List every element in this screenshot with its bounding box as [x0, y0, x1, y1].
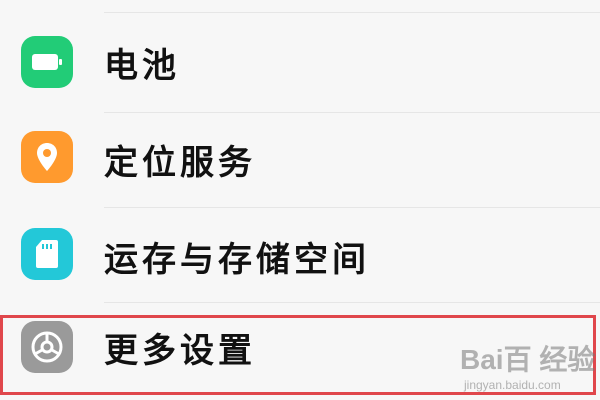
settings-item-location[interactable]: 定位服务 [0, 113, 600, 208]
baidu-watermark: Bai百 经验 jingyan.baidu.com [460, 338, 595, 392]
watermark-sub: jingyan.baidu.com [464, 378, 561, 392]
settings-item-label: 运存与存储空间 [104, 240, 370, 280]
settings-item-label: 定位服务 [104, 143, 256, 183]
settings-screen: 电池 定位服务 运存与存储空间 更多设置 Bai百 经验 jingyan.bai… [0, 0, 600, 400]
settings-item-battery[interactable]: 电池 [0, 18, 600, 113]
watermark-main: Bai百 经验 [460, 344, 596, 375]
location-pin-icon [21, 131, 73, 183]
settings-item-storage[interactable]: 运存与存储空间 [0, 208, 600, 303]
settings-item-label: 电池 [104, 46, 180, 86]
divider [104, 12, 600, 13]
battery-icon [21, 36, 73, 88]
storage-card-icon [21, 228, 73, 280]
